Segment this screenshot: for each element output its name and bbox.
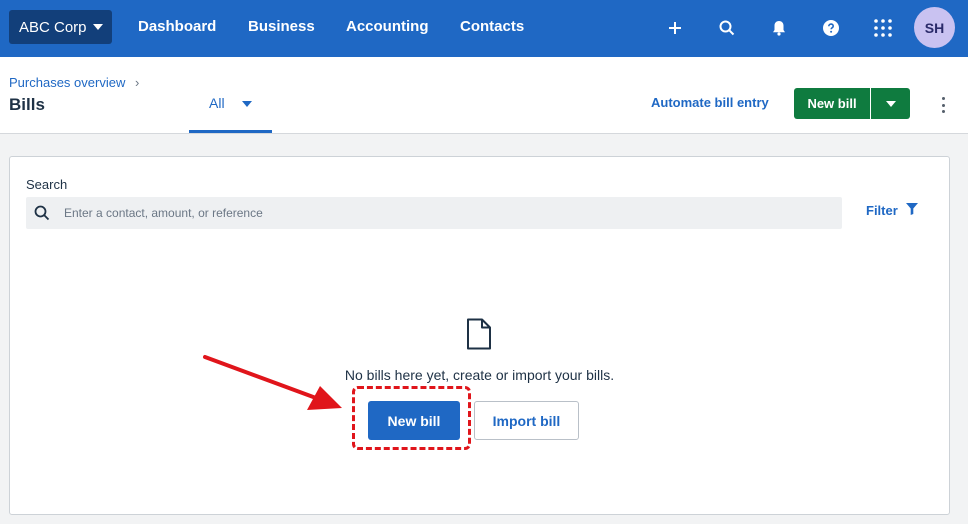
annotation-highlight-box: [352, 386, 471, 450]
import-bill-button[interactable]: Import bill: [474, 401, 579, 440]
filter-button[interactable]: Filter: [866, 203, 918, 218]
empty-state-message: No bills here yet, create or import your…: [344, 367, 615, 383]
caret-down-icon: [92, 24, 103, 30]
bell-icon[interactable]: [768, 17, 790, 39]
import-bill-label: Import bill: [492, 412, 561, 429]
tab-all[interactable]: All: [189, 57, 272, 133]
caret-down-icon: [242, 101, 252, 107]
search-icon[interactable]: [716, 17, 738, 39]
nav-business[interactable]: Business: [248, 18, 315, 35]
bills-card: Search Filter No bills here yet, create …: [9, 156, 950, 515]
new-bill-header-label: New bill: [807, 96, 857, 111]
annotation-arrow-icon: [203, 355, 342, 410]
plus-icon[interactable]: [664, 17, 686, 39]
document-icon: [466, 318, 492, 355]
filter-funnel-icon: [905, 203, 918, 218]
apps-grid-icon[interactable]: [872, 17, 894, 39]
breadcrumb-purchases-overview[interactable]: Purchases overview: [9, 75, 125, 90]
search-input[interactable]: [64, 197, 834, 229]
filter-label: Filter: [866, 203, 898, 218]
page-header: Purchases overview › Bills All Automate …: [0, 57, 968, 134]
new-bill-header-button[interactable]: New bill: [794, 88, 870, 119]
search-label: Search: [26, 177, 68, 192]
caret-down-icon: [885, 100, 896, 107]
org-switcher[interactable]: ABC Corp: [9, 10, 112, 44]
automate-bill-entry-link[interactable]: Automate bill entry: [651, 95, 769, 110]
nav-accounting[interactable]: Accounting: [346, 18, 429, 35]
breadcrumb-separator: ›: [135, 75, 140, 90]
org-name: ABC Corp: [19, 18, 87, 36]
search-box: [26, 197, 842, 229]
user-avatar[interactable]: SH: [914, 7, 955, 48]
tab-all-label: All: [209, 95, 225, 111]
page-title: Bills: [9, 95, 45, 114]
search-icon: [34, 205, 50, 226]
nav-dashboard[interactable]: Dashboard: [138, 18, 216, 35]
help-icon[interactable]: [820, 17, 842, 39]
more-options-icon[interactable]: [937, 95, 949, 115]
avatar-initials: SH: [924, 19, 945, 36]
nav-contacts[interactable]: Contacts: [460, 18, 524, 35]
top-navigation: ABC Corp Dashboard Business Accounting C…: [0, 0, 968, 57]
new-bill-options-button[interactable]: [871, 88, 910, 119]
